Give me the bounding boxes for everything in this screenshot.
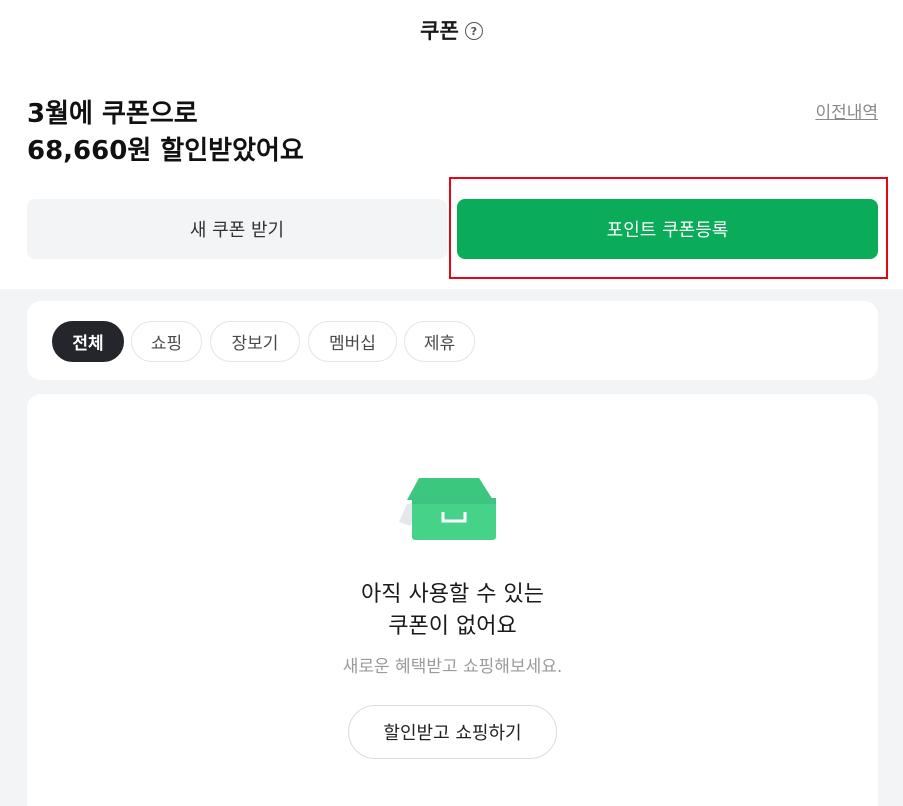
empty-state-title: 아직 사용할 수 있는 쿠폰이 없어요 — [27, 579, 878, 643]
summary-line-2: 68,660원 할인받았어요 — [27, 136, 304, 166]
top-section: 쿠폰 ? 3월에 쿠폰으로 68,660원 할인받았어요 이전내역 새 쿠폰 받… — [0, 0, 903, 289]
filter-chip-shopping[interactable]: 쇼핑 — [131, 321, 202, 362]
history-link[interactable]: 이전내역 — [815, 98, 878, 123]
empty-title-line-1: 아직 사용할 수 있는 — [361, 582, 544, 607]
summary-line-1: 3월에 쿠폰으로 — [27, 99, 198, 129]
filter-chip-membership[interactable]: 멤버십 — [308, 321, 397, 362]
empty-state-subtitle: 새로운 혜택받고 쇼핑해보세요. — [342, 657, 563, 677]
page-title: 쿠폰 — [420, 19, 459, 43]
help-icon[interactable]: ? — [464, 22, 483, 40]
point-coupon-register-button[interactable]: 포인트 쿠폰등록 — [457, 199, 878, 259]
empty-tray-icon — [399, 478, 496, 540]
shop-with-discount-button[interactable]: 할인받고 쇼핑하기 — [348, 705, 557, 759]
empty-state-card: 아직 사용할 수 있는 쿠폰이 없어요 새로운 혜택받고 쇼핑해보세요. 할인받… — [27, 394, 878, 806]
filter-bar: 전체 쇼핑 장보기 멤버십 제휴 — [27, 301, 878, 380]
page-header: 쿠폰 ? — [0, 14, 903, 46]
savings-summary: 3월에 쿠폰으로 68,660원 할인받았어요 — [27, 96, 304, 170]
filter-chip-groceries[interactable]: 장보기 — [210, 321, 300, 362]
new-coupon-button[interactable]: 새 쿠폰 받기 — [27, 199, 447, 259]
filter-chip-all[interactable]: 전체 — [52, 321, 124, 362]
empty-title-line-2: 쿠폰이 없어요 — [388, 614, 517, 639]
filter-chip-partner[interactable]: 제휴 — [404, 321, 475, 362]
